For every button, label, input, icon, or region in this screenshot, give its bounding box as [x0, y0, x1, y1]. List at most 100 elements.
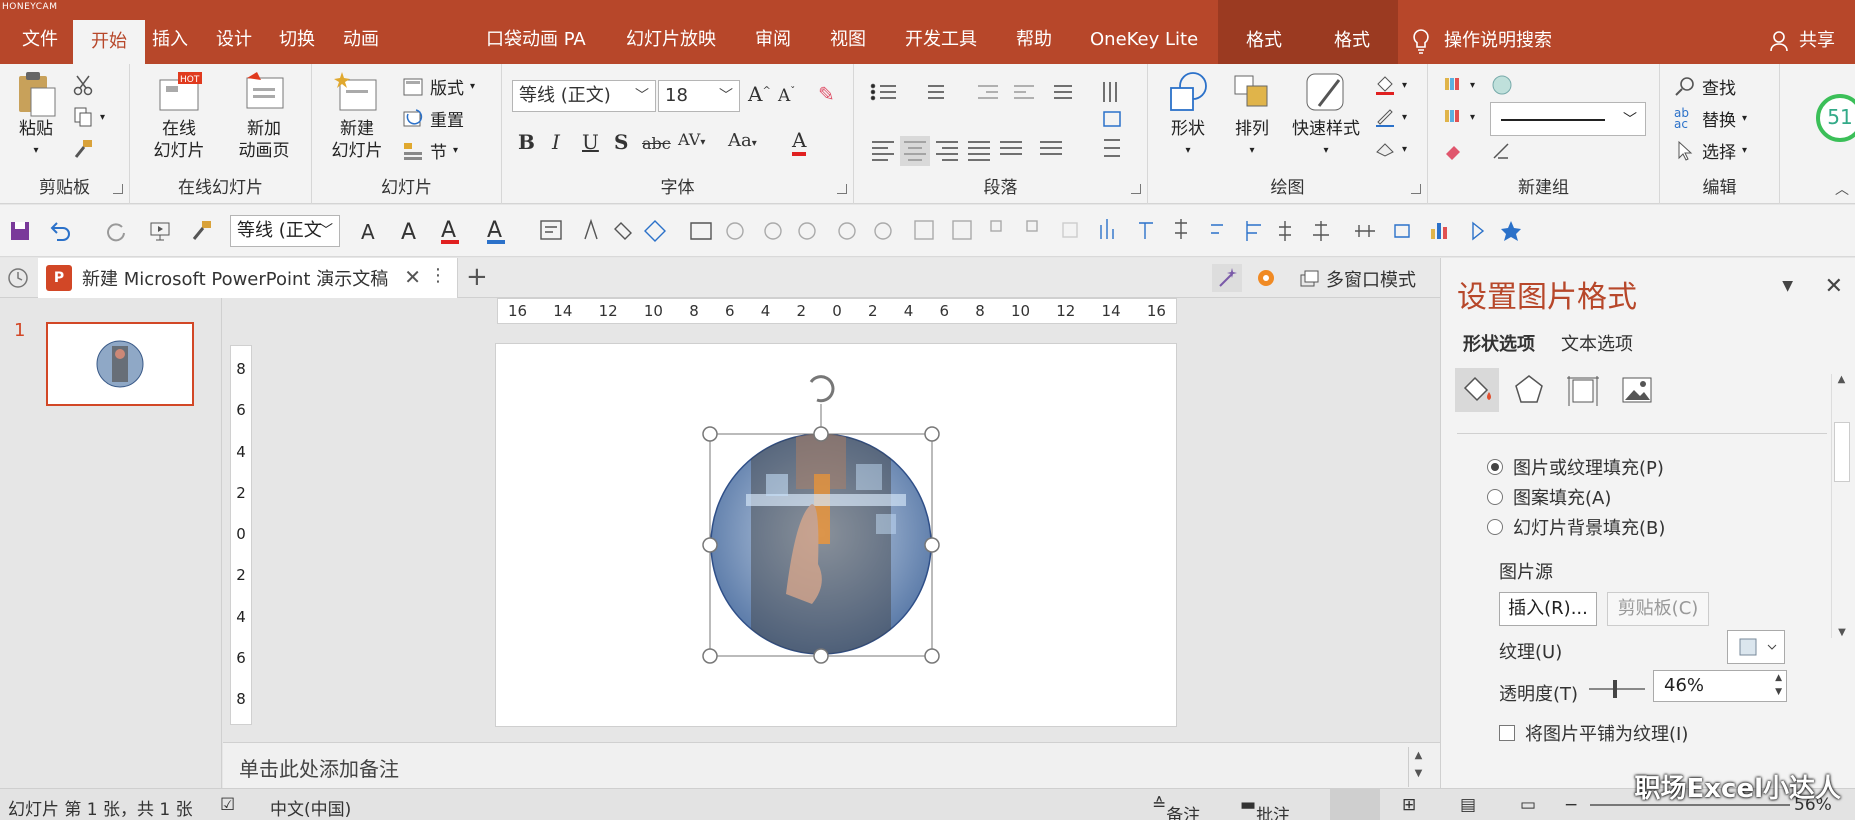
shape-fill-button[interactable]: ▾ [1374, 74, 1407, 96]
custom-fill-button[interactable]: ▾ [1442, 74, 1513, 96]
save-icon[interactable] [8, 219, 32, 243]
find-button[interactable]: 查找 [1674, 74, 1736, 99]
strikethrough-button[interactable]: abc [642, 134, 671, 153]
normal-view-button[interactable] [1330, 789, 1380, 820]
pane-options-icon[interactable]: ▼ [1782, 278, 1793, 294]
select-button[interactable]: 选择 ▾ [1674, 138, 1747, 163]
sorter-view-icon[interactable]: ⊞ [1402, 795, 1416, 815]
tab-format-picture[interactable]: 格式 [1306, 0, 1398, 64]
recent-docs-icon[interactable] [6, 266, 30, 290]
italic-button[interactable]: I [552, 130, 560, 154]
cut-button[interactable] [72, 74, 94, 96]
clear-format-button[interactable]: ✎ [818, 82, 835, 106]
section-button[interactable]: 节 ▾ [402, 138, 458, 163]
picture-icon[interactable] [1615, 368, 1659, 412]
font-size-combo[interactable]: 18 ﹀ [658, 80, 740, 112]
shadow-button[interactable]: S [614, 130, 628, 154]
replace-button[interactable]: ab ac 替换 ▾ [1674, 106, 1747, 132]
eraser-button[interactable] [1442, 140, 1512, 162]
qat-tool-icons[interactable]: A A A A [355, 215, 1555, 247]
reading-view-icon[interactable]: ▤ [1460, 795, 1476, 815]
paragraph-launcher[interactable] [1131, 184, 1141, 194]
language-indicator[interactable]: 中文(中国) [270, 795, 351, 820]
scroll-up-icon[interactable]: ▲ [1832, 374, 1851, 385]
document-tab[interactable]: P 新建 Microsoft PowerPoint 演示文稿 ✕ ⋮ [38, 258, 458, 298]
char-spacing-button[interactable]: AV▾ [678, 130, 705, 149]
notes-button[interactable]: ≙ 备注 [1152, 795, 1200, 820]
fill-background-option[interactable]: 幻灯片背景填充(B) [1487, 514, 1665, 540]
magic-icon[interactable] [1212, 264, 1242, 292]
tab-pocket-animation[interactable]: 口袋动画 PA [482, 18, 590, 64]
format-painter-button[interactable] [72, 138, 94, 160]
tab-onekey[interactable]: OneKey Lite [1086, 18, 1202, 64]
zoom-out-icon[interactable]: − [1564, 795, 1578, 815]
copy-button[interactable]: ▾ [72, 106, 105, 128]
tab-design[interactable]: 设计 [212, 18, 256, 64]
clipboard-launcher[interactable] [113, 184, 123, 194]
line-style-combo[interactable]: ﹀ [1490, 102, 1646, 136]
rotate-handle-icon[interactable] [809, 375, 835, 403]
fill-pattern-option[interactable]: 图案填充(A) [1487, 484, 1611, 510]
texture-picker[interactable] [1727, 630, 1785, 664]
scroll-thumb[interactable] [1834, 422, 1850, 482]
tab-slideshow[interactable]: 幻灯片放映 [622, 18, 720, 64]
undo-icon[interactable] [48, 219, 72, 243]
bold-button[interactable]: B [518, 130, 535, 154]
comments-button[interactable]: ▬ 批注 [1240, 795, 1290, 820]
qat-font-combo[interactable]: 等线 (正文 ﹀ [230, 215, 340, 247]
tab-home[interactable]: 开始 [73, 20, 145, 64]
transparency-slider-track[interactable] [1589, 688, 1645, 690]
layout-button[interactable]: 版式 ▾ [402, 74, 475, 99]
more-vertical-icon[interactable]: ⋮ [429, 265, 447, 286]
new-anim-page-button[interactable]: 新加 动画页 [226, 70, 302, 162]
scroll-down-icon[interactable]: ▼ [1832, 627, 1852, 638]
add-tab-icon[interactable]: + [466, 262, 488, 292]
custom-style-button[interactable]: ▾ [1442, 106, 1475, 128]
insert-picture-button[interactable]: 插入(R)... [1499, 592, 1597, 626]
pane-scrollbar[interactable]: ▲ ▼ [1831, 374, 1851, 638]
notes-pane[interactable]: 单击此处添加备注 ▲ ▼ [223, 742, 1440, 788]
shape-effects-button[interactable]: ▾ [1374, 138, 1407, 160]
paragraph-icons[interactable] [868, 78, 1138, 178]
change-case-button[interactable]: Aa▾ [728, 130, 757, 151]
slideshow-start-icon[interactable] [148, 219, 172, 243]
paste-button[interactable]: 粘贴 ▾ [8, 70, 64, 162]
notes-scrollbar[interactable]: ▲ ▼ [1408, 747, 1428, 787]
fill-picture-option[interactable]: 图片或纹理填充(P) [1487, 454, 1664, 480]
transparency-input[interactable]: 46% ▲ ▼ [1653, 670, 1787, 702]
shape-button[interactable]: 形状 ▾ [1158, 70, 1218, 162]
tab-insert[interactable]: 插入 [148, 18, 192, 64]
reset-button[interactable]: 重置 [402, 106, 464, 131]
spinner-icon[interactable]: ▲ ▼ [1775, 671, 1782, 699]
tab-format-drawing[interactable]: 格式 [1218, 0, 1310, 64]
online-slide-button[interactable]: HOT 在线 幻灯片 [144, 70, 214, 162]
new-slide-button[interactable]: 新建 幻灯片 [322, 70, 392, 162]
tab-animations[interactable]: 动画 [339, 18, 383, 64]
clipboard-button[interactable]: 剪贴板(C) [1607, 592, 1709, 626]
fill-line-icon[interactable] [1455, 368, 1499, 412]
multi-window-button[interactable]: 多窗口模式 [1300, 266, 1416, 292]
close-tab-icon[interactable]: ✕ [404, 265, 421, 289]
shrink-font-button[interactable]: Aˇ [778, 86, 795, 106]
tab-review[interactable]: 审阅 [751, 18, 795, 64]
drawing-launcher[interactable] [1411, 184, 1421, 194]
redo-icon[interactable] [104, 219, 128, 243]
transparency-slider-thumb[interactable] [1612, 680, 1617, 698]
tile-picture-option[interactable]: 将图片平铺为纹理(I) [1499, 720, 1688, 746]
tab-text-options[interactable]: 文本选项 [1561, 330, 1633, 356]
tell-me-search[interactable]: 操作说明搜索 [1412, 18, 1552, 64]
selected-picture[interactable] [496, 344, 1178, 728]
tab-view[interactable]: 视图 [826, 18, 870, 64]
size-properties-icon[interactable] [1561, 368, 1605, 412]
slide-thumbnail[interactable] [46, 322, 194, 406]
collapse-ribbon-icon[interactable]: ︿ [1835, 179, 1849, 199]
close-icon[interactable]: ✕ [1825, 274, 1843, 299]
tab-developer[interactable]: 开发工具 [901, 18, 981, 64]
share-button[interactable]: 共享 [1769, 18, 1835, 64]
format-painter-icon[interactable] [190, 219, 214, 243]
slideshow-view-icon[interactable]: ▭ [1520, 795, 1536, 815]
tab-help[interactable]: 帮助 [1012, 18, 1056, 64]
spellcheck-icon[interactable]: ☑ [220, 795, 235, 815]
tab-file[interactable]: 文件 [18, 18, 62, 64]
underline-button[interactable]: U [582, 130, 599, 154]
